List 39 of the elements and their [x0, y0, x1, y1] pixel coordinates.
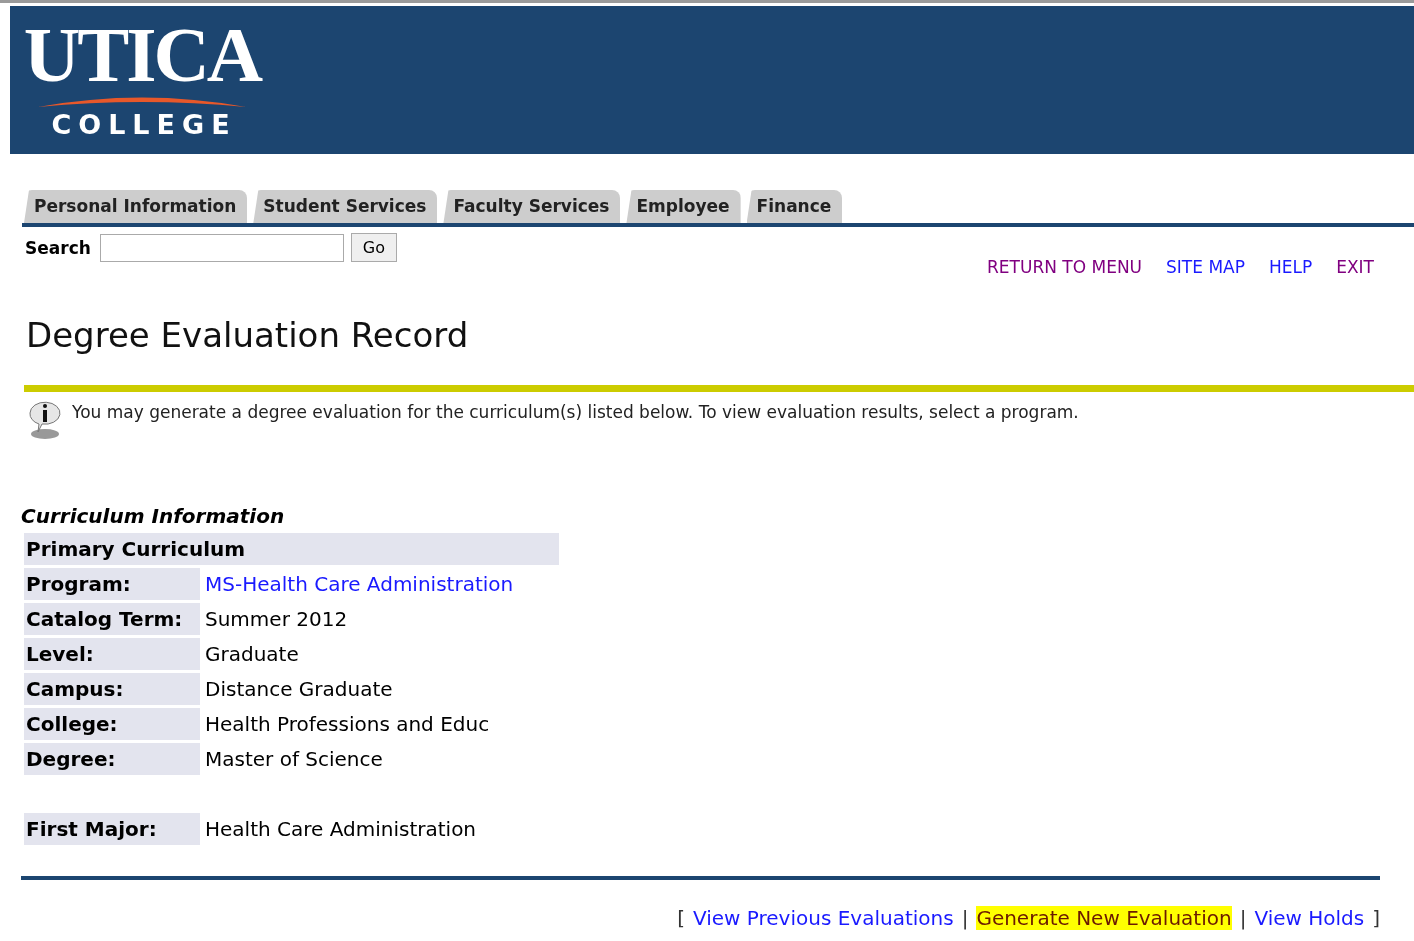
row-label: Campus:: [24, 673, 200, 705]
separator: |: [961, 906, 969, 930]
row-label: College:: [24, 708, 200, 740]
search-field[interactable]: [99, 233, 344, 262]
row-label: First Major:: [24, 813, 200, 845]
bracket: ]: [1372, 906, 1380, 930]
nav-link[interactable]: HELP: [1268, 257, 1313, 277]
footer-link[interactable]: View Previous Evaluations: [693, 906, 954, 930]
row-label: Catalog Term:: [24, 603, 200, 635]
row-label: Program:: [24, 568, 200, 600]
search-label: Search: [25, 237, 91, 258]
table-cell-text: Graduate: [204, 641, 300, 668]
row-label: Level:: [24, 638, 200, 670]
nav-link[interactable]: SITE MAP: [1166, 257, 1245, 277]
nav-link[interactable]: RETURN TO MENU: [987, 257, 1143, 277]
go-button[interactable]: Go: [350, 233, 397, 262]
table-cell-text: Master of Science: [204, 746, 384, 773]
page-title: Degree Evaluation Record: [26, 315, 470, 355]
info-message: You may generate a degree evaluation for the curriculum(s) listed below. To view evaluation results, select a program.: [72, 402, 1079, 422]
table-cell-text: Summer 2012: [204, 606, 349, 633]
menu-tab[interactable]: Employee: [626, 190, 741, 223]
table-cell-text: Distance Graduate: [204, 676, 394, 703]
logo-wordmark: UTICA: [23, 20, 261, 90]
nav-link[interactable]: EXIT: [1336, 257, 1374, 277]
section-heading: Curriculum Information: [21, 504, 286, 528]
table-cell-text: Health Professions and Educ: [204, 711, 491, 738]
table-cell-text: Health Care Administration: [204, 816, 478, 843]
menu-tab[interactable]: Personal Information: [24, 190, 248, 223]
separator: |: [1239, 906, 1247, 930]
menu-tab[interactable]: Faculty Services: [443, 190, 621, 223]
row-label: Degree:: [24, 743, 200, 775]
program-link[interactable]: MS-Health Care Administration: [205, 572, 514, 596]
table-header: Primary Curriculum: [24, 533, 559, 565]
footer-link[interactable]: Generate New Evaluation: [976, 906, 1232, 930]
menu-tab[interactable]: Finance: [746, 190, 843, 223]
footer-link[interactable]: View Holds: [1254, 906, 1365, 930]
menu-tab[interactable]: Student Services: [253, 190, 438, 223]
logo-subtitle: COLLEGE: [51, 110, 237, 140]
bracket: [: [677, 906, 685, 930]
